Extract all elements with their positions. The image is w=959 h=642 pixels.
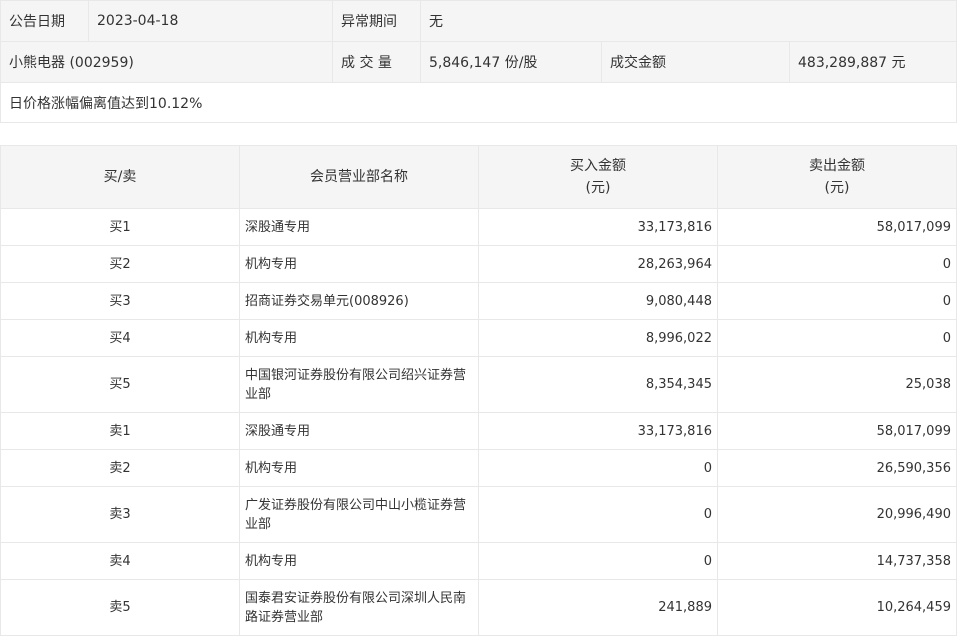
direction-cell: 卖2 xyxy=(0,449,240,487)
branch-cell: 机构专用 xyxy=(239,245,479,283)
info-row-date: 公告日期 2023-04-18 异常期间 无 xyxy=(0,0,958,42)
sell-amount-cell: 25,038 xyxy=(717,356,957,413)
direction-cell: 卖3 xyxy=(0,486,240,543)
header-sell-amount: 卖出金额 (元) xyxy=(717,145,957,209)
info-row-reason: 日价格涨幅偏离值达到10.12% xyxy=(0,82,958,123)
branch-cell: 机构专用 xyxy=(239,449,479,487)
table-row: 卖1 深股通专用 33,173,816 58,017,099 xyxy=(0,412,957,450)
trading-seats-table: 买/卖 会员营业部名称 买入金额 (元) 卖出金额 (元) 买1 深股通专用 3… xyxy=(0,145,957,636)
table-row: 买5 中国银河证券股份有限公司绍兴证券营业部 8,354,345 25,038 xyxy=(0,356,957,413)
direction-cell: 卖1 xyxy=(0,412,240,450)
announcement-info-table: 公告日期 2023-04-18 异常期间 无 小熊电器 (002959) 成 交… xyxy=(0,0,958,123)
branch-cell: 中国银河证券股份有限公司绍兴证券营业部 xyxy=(239,356,479,413)
sell-amount-cell: 14,737,358 xyxy=(717,542,957,580)
sell-amount-cell: 58,017,099 xyxy=(717,412,957,450)
buy-amount-cell: 0 xyxy=(478,486,718,543)
header-sell-amount-unit: (元) xyxy=(824,180,850,196)
direction-cell: 买1 xyxy=(0,208,240,246)
table-row: 卖5 国泰君安证券股份有限公司深圳人民南路证券营业部 241,889 10,26… xyxy=(0,579,957,636)
branch-cell: 机构专用 xyxy=(239,319,479,357)
direction-cell: 买4 xyxy=(0,319,240,357)
branch-cell: 深股通专用 xyxy=(239,208,479,246)
sell-amount-cell: 26,590,356 xyxy=(717,449,957,487)
table-row: 卖2 机构专用 0 26,590,356 xyxy=(0,449,957,487)
branch-cell: 国泰君安证券股份有限公司深圳人民南路证券营业部 xyxy=(239,579,479,636)
volume-value: 5,846,147 份/股 xyxy=(420,41,602,83)
sell-amount-cell: 58,017,099 xyxy=(717,208,957,246)
buy-amount-cell: 241,889 xyxy=(478,579,718,636)
header-direction: 买/卖 xyxy=(0,145,240,209)
buy-amount-cell: 8,996,022 xyxy=(478,319,718,357)
announcement-date-value: 2023-04-18 xyxy=(88,0,333,42)
header-buy-amount-title: 买入金额 xyxy=(570,158,626,174)
abnormal-period-value: 无 xyxy=(419,0,958,42)
direction-cell: 卖5 xyxy=(0,579,240,636)
table-row: 买4 机构专用 8,996,022 0 xyxy=(0,319,957,357)
branch-cell: 深股通专用 xyxy=(239,412,479,450)
buy-amount-cell: 8,354,345 xyxy=(478,356,718,413)
direction-cell: 买5 xyxy=(0,356,240,413)
buy-amount-cell: 9,080,448 xyxy=(478,282,718,320)
sell-amount-cell: 20,996,490 xyxy=(717,486,957,543)
header-buy-amount: 买入金额 (元) xyxy=(478,145,718,209)
branch-cell: 招商证券交易单元(008926) xyxy=(239,282,479,320)
table-row: 买2 机构专用 28,263,964 0 xyxy=(0,245,957,283)
buy-amount-cell: 0 xyxy=(478,449,718,487)
header-sell-amount-title: 卖出金额 xyxy=(809,158,865,174)
sell-amount-cell: 0 xyxy=(717,319,957,357)
announcement-date-label: 公告日期 xyxy=(0,0,89,42)
header-branch: 会员营业部名称 xyxy=(239,145,479,209)
table-header-row: 买/卖 会员营业部名称 买入金额 (元) 卖出金额 (元) xyxy=(0,145,957,209)
stock-name: 小熊电器 (002959) xyxy=(0,41,333,83)
abnormal-period-label: 异常期间 xyxy=(332,0,421,42)
table-row: 卖4 机构专用 0 14,737,358 xyxy=(0,542,957,580)
buy-amount-cell: 28,263,964 xyxy=(478,245,718,283)
buy-amount-cell: 33,173,816 xyxy=(478,208,718,246)
branch-cell: 广发证券股份有限公司中山小榄证券营业部 xyxy=(239,486,479,543)
header-buy-amount-unit: (元) xyxy=(585,180,611,196)
table-row: 卖3 广发证券股份有限公司中山小榄证券营业部 0 20,996,490 xyxy=(0,486,957,543)
turnover-amount-value: 483,289,887 元 xyxy=(788,41,958,83)
buy-amount-cell: 0 xyxy=(478,542,718,580)
turnover-amount-label: 成交金额 xyxy=(601,41,790,83)
listing-reason: 日价格涨幅偏离值达到10.12% xyxy=(0,82,958,123)
branch-cell: 机构专用 xyxy=(239,542,479,580)
direction-cell: 买3 xyxy=(0,282,240,320)
volume-label: 成 交 量 xyxy=(332,41,421,83)
sell-amount-cell: 0 xyxy=(717,282,957,320)
sell-amount-cell: 0 xyxy=(717,245,957,283)
table-row: 买1 深股通专用 33,173,816 58,017,099 xyxy=(0,208,957,246)
table-row: 买3 招商证券交易单元(008926) 9,080,448 0 xyxy=(0,282,957,320)
direction-cell: 卖4 xyxy=(0,542,240,580)
sell-amount-cell: 10,264,459 xyxy=(717,579,957,636)
direction-cell: 买2 xyxy=(0,245,240,283)
buy-amount-cell: 33,173,816 xyxy=(478,412,718,450)
info-row-trade: 小熊电器 (002959) 成 交 量 5,846,147 份/股 成交金额 4… xyxy=(0,41,958,83)
